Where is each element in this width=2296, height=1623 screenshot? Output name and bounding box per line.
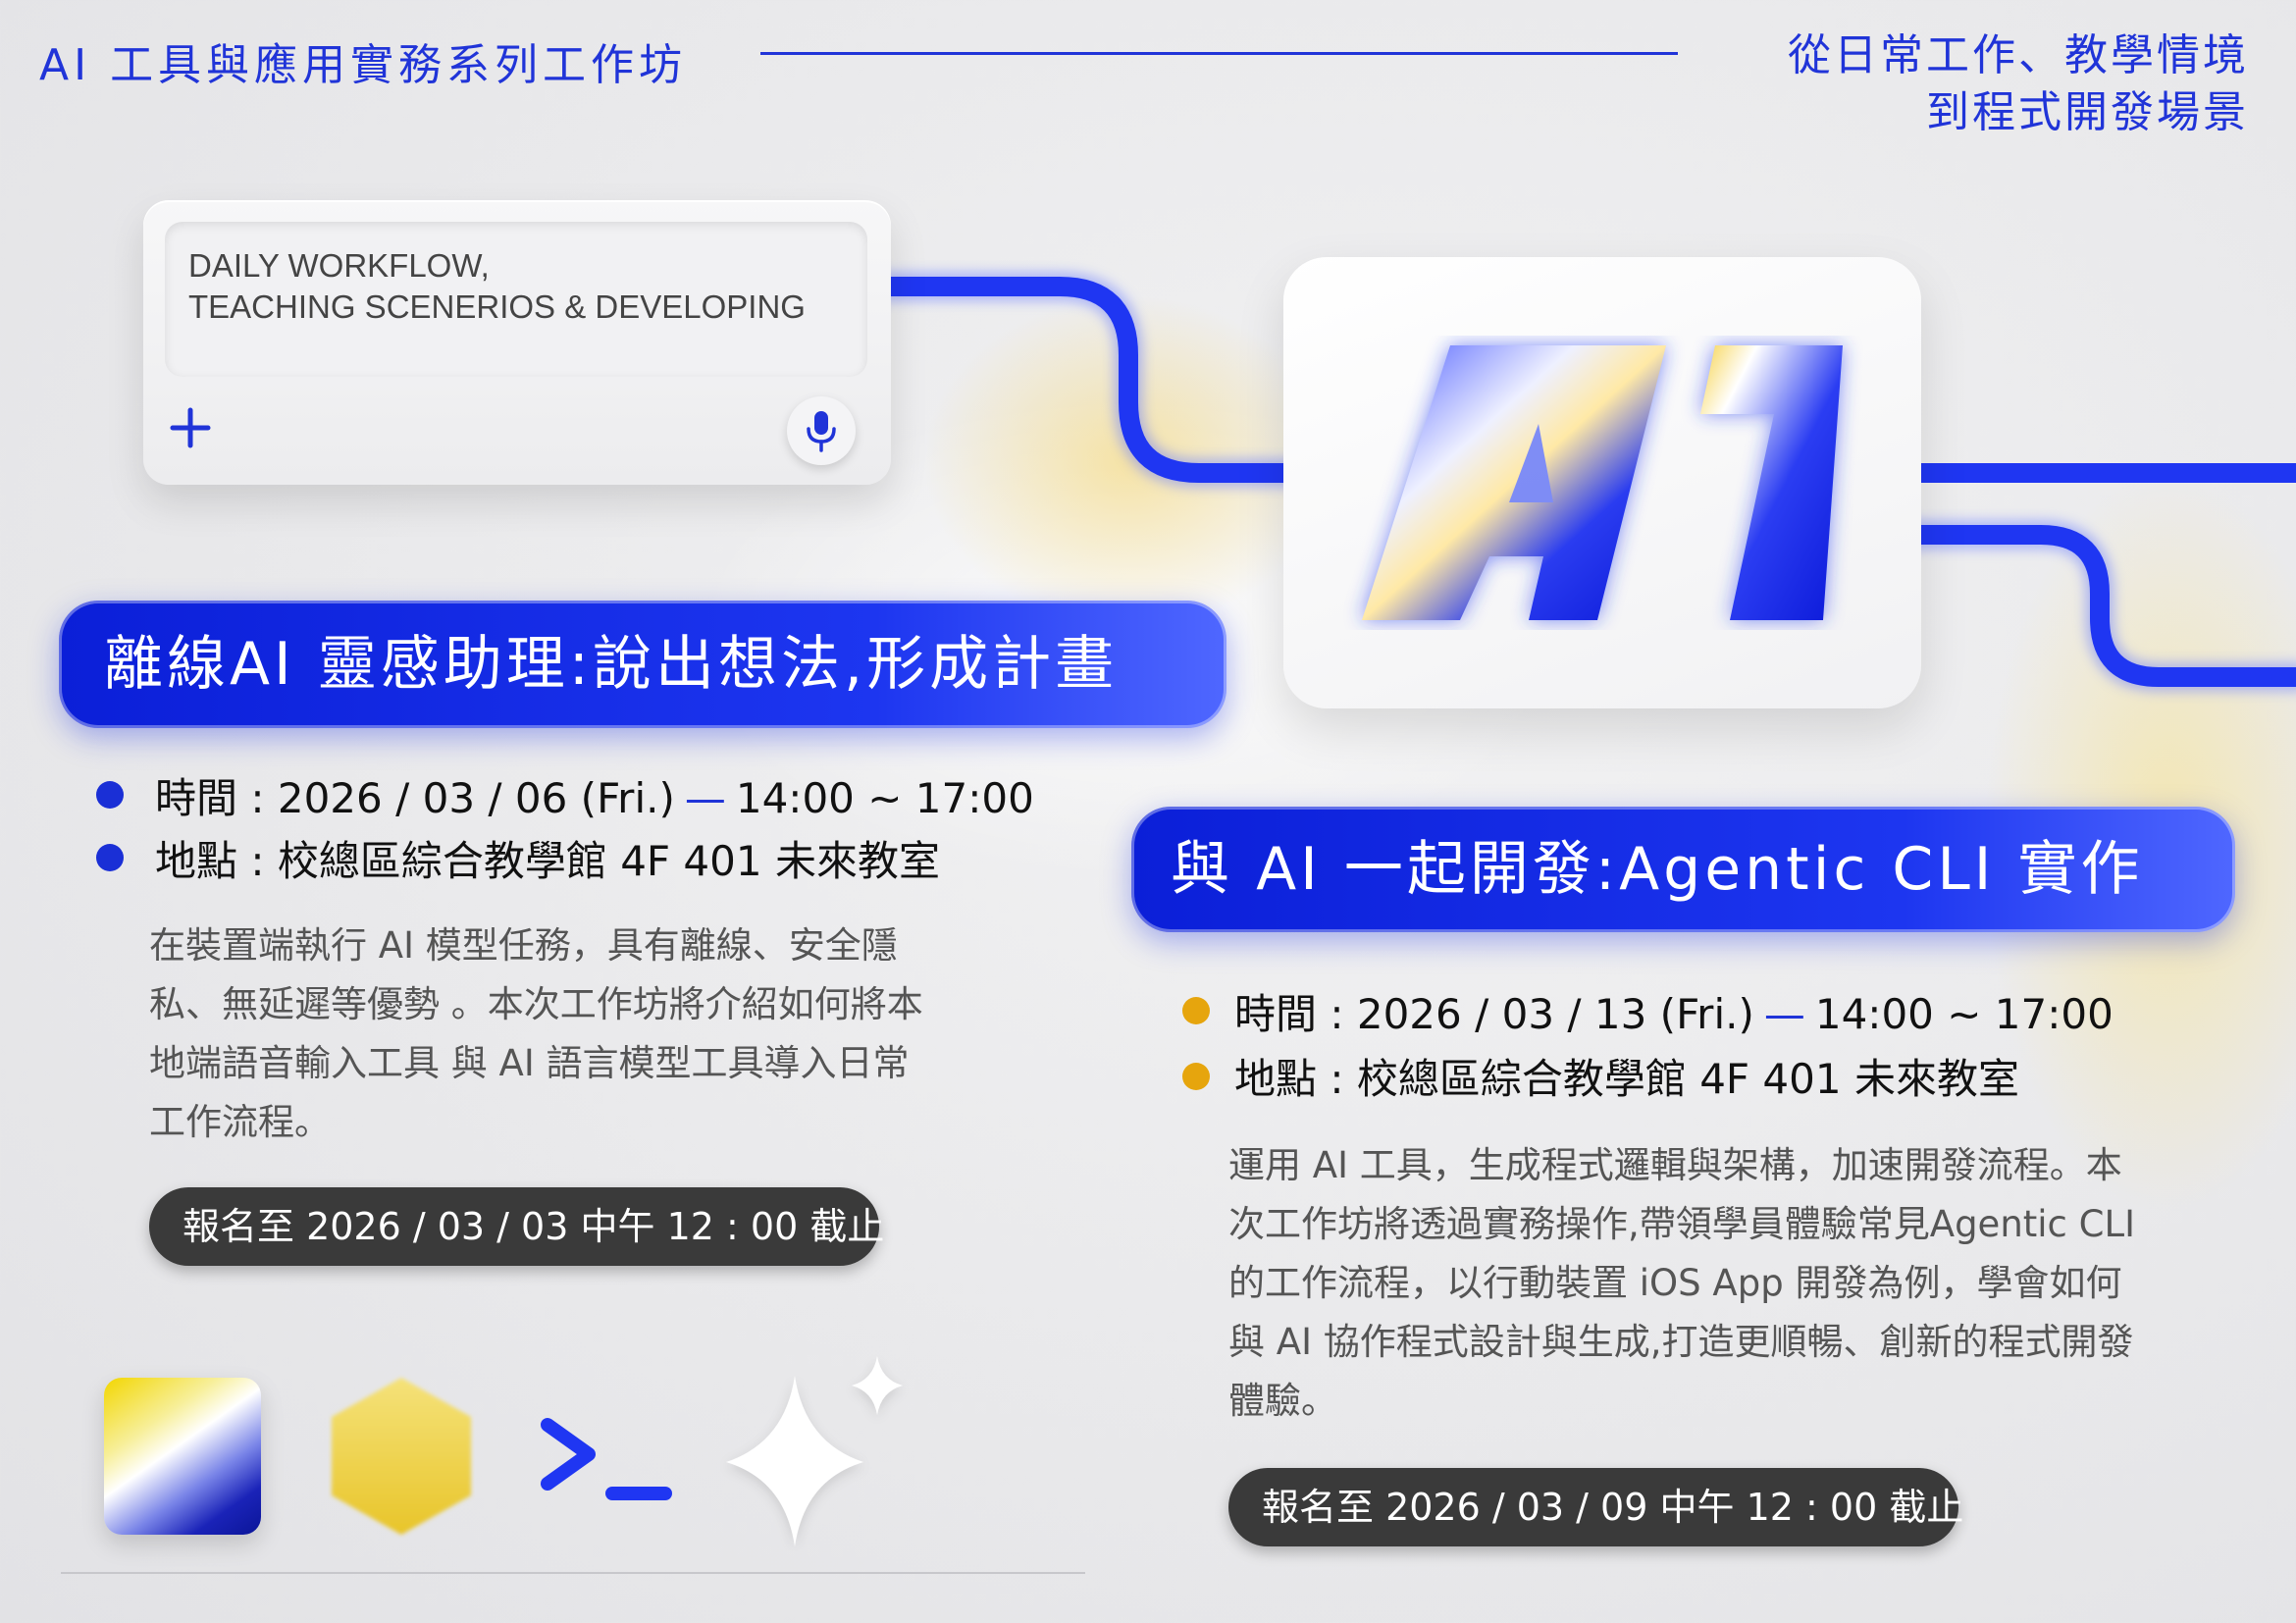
header-divider [760, 52, 1678, 55]
time-date: 2026 / 03 / 13 (Fri.) [1356, 990, 1754, 1038]
background-glow-yellow [922, 294, 1334, 628]
session-1-time: 時間 : 2026 / 03 / 06 (Fri.) —14:00 ~ 17:00 [155, 765, 1034, 825]
ai-logo-icon [1362, 345, 1843, 620]
bullet-dot [1182, 997, 1210, 1024]
ai-logo-card [1283, 257, 1921, 708]
time-dash: — [684, 774, 726, 822]
time-label: 時間 : [1234, 990, 1357, 1038]
time-hours: 14:00 ~ 17:00 [735, 774, 1034, 822]
time-date: 2026 / 03 / 06 (Fri.) [277, 774, 675, 822]
session-2-description: 運用 AI 工具，生成程式邏輯與架構，加速開發流程。本次工作坊將透過實務操作,帶… [1228, 1144, 2136, 1422]
subtitle-line-2: 到程式開發場景 [1926, 87, 2249, 137]
series-title: AI 工具與應用實務系列工作坊 [39, 40, 688, 90]
prompt-text: DAILY WORKFLOW, TEACHING SCENERIOS & DEV… [188, 245, 806, 328]
session-2-place: 地點 : 校總區綜合教學館 4F 401 未來教室 [1234, 1055, 2019, 1103]
header-subtitle: 從日常工作、教學情境 到程式開發場景 [1788, 27, 2249, 141]
microphone-icon [807, 411, 836, 452]
time-label: 時間 : [155, 774, 278, 822]
subtitle-line-1: 從日常工作、教學情境 [1788, 30, 2249, 80]
bullet-dot [96, 781, 124, 809]
ai-logo-letter-i [1700, 345, 1843, 620]
prompt-text-line-2: TEACHING SCENERIOS & DEVELOPING [188, 288, 806, 325]
prompt-input-card: DAILY WORKFLOW, TEACHING SCENERIOS & DEV… [143, 200, 891, 485]
time-dash: — [1763, 990, 1805, 1038]
bullet-dot [96, 844, 124, 871]
session-2-time: 時間 : 2026 / 03 / 13 (Fri.) —14:00 ~ 17:00 [1234, 981, 2113, 1041]
session-2-title-banner: 與 AI 一起開發:Agentic CLI 實作 [1131, 807, 2235, 932]
plus-icon[interactable] [167, 404, 214, 451]
prompt-input-field[interactable]: DAILY WORKFLOW, TEACHING SCENERIOS & DEV… [165, 222, 867, 377]
prompt-text-line-1: DAILY WORKFLOW, [188, 247, 490, 284]
session-1-deadline: 報名至 2026 / 03 / 03 中午 12 : 00 截止 [149, 1187, 884, 1266]
session-2-deadline: 報名至 2026 / 03 / 09 中午 12 : 00 截止 [1228, 1468, 1963, 1546]
gradient-square-icon [104, 1378, 261, 1535]
terminal-prompt-icon [541, 1418, 672, 1500]
time-hours: 14:00 ~ 17:00 [1814, 990, 2113, 1038]
hexagon-icon [332, 1378, 471, 1535]
session-1-title-banner: 離線AI 靈感助理:說出想法,形成計畫 [59, 601, 1226, 728]
bottom-divider [61, 1572, 1085, 1574]
session-1-description: 在裝置端執行 AI 模型任務，具有離線、安全隱私、無延遲等優勢 。本次工作坊將介… [149, 924, 923, 1143]
ai-logo-letter-a [1362, 345, 1666, 620]
bullet-dot [1182, 1063, 1210, 1090]
microphone-button[interactable] [787, 396, 856, 465]
session-1-place: 地點 : 校總區綜合教學館 4F 401 未來教室 [155, 837, 940, 885]
sparkle-icon [726, 1356, 903, 1546]
